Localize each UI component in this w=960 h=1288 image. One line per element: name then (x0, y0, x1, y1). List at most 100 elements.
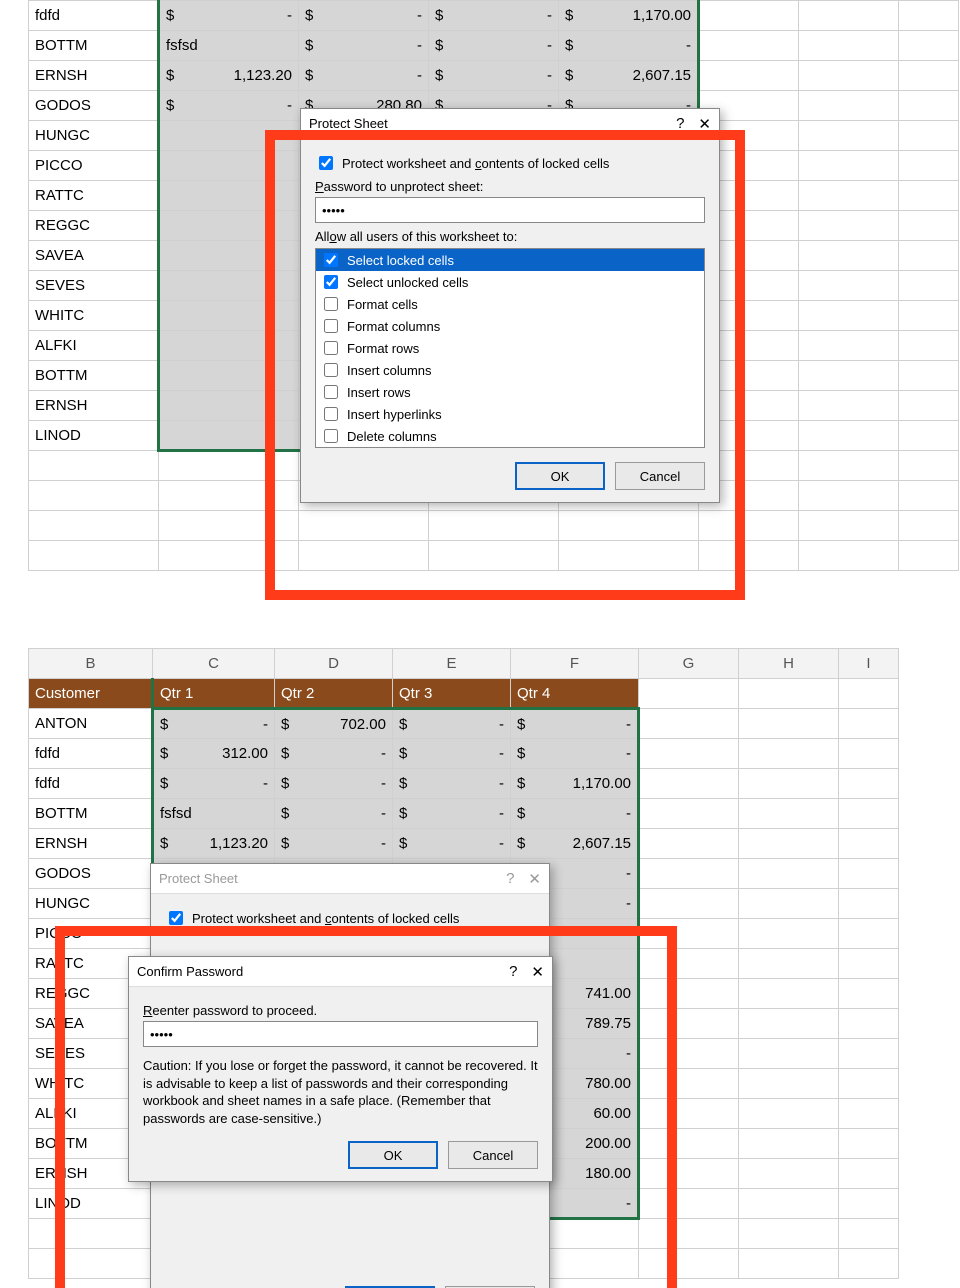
cell[interactable] (739, 1129, 839, 1159)
cell[interactable] (159, 151, 299, 181)
cell[interactable] (739, 1039, 839, 1069)
cell[interactable]: $- (393, 769, 511, 799)
cell[interactable] (639, 1039, 739, 1069)
cell[interactable] (159, 541, 299, 571)
cell[interactable] (639, 1069, 739, 1099)
permission-item[interactable]: Format columns (316, 315, 704, 337)
cell[interactable]: LINOD (29, 421, 159, 451)
cell[interactable] (839, 1159, 899, 1189)
cell[interactable]: $- (393, 799, 511, 829)
protect-checkbox-row[interactable]: Protect worksheet and contents of locked… (315, 153, 705, 173)
help-icon[interactable]: ? (676, 115, 684, 133)
password-input[interactable] (315, 197, 705, 223)
cell[interactable]: $- (159, 1, 299, 31)
cell[interactable]: $- (559, 31, 699, 61)
cell[interactable] (899, 361, 959, 391)
cell[interactable] (639, 799, 739, 829)
cell[interactable] (799, 271, 899, 301)
cell[interactable]: ANTON (29, 709, 153, 739)
cell[interactable] (639, 829, 739, 859)
cell[interactable] (739, 1219, 839, 1249)
cell[interactable]: WHITC (29, 301, 159, 331)
cell[interactable] (639, 1129, 739, 1159)
permission-checkbox[interactable] (324, 319, 338, 333)
cell[interactable] (799, 301, 899, 331)
cell[interactable] (559, 541, 699, 571)
confirm-password-input[interactable] (143, 1021, 538, 1047)
cell[interactable] (159, 181, 299, 211)
cell[interactable] (699, 511, 799, 541)
cell[interactable]: $- (153, 769, 275, 799)
cell[interactable] (29, 511, 159, 541)
cell[interactable] (839, 1039, 899, 1069)
cell[interactable]: $- (275, 769, 393, 799)
cell[interactable] (839, 829, 899, 859)
permission-item[interactable]: Format cells (316, 293, 704, 315)
permission-checkbox[interactable] (324, 275, 338, 289)
cell[interactable] (799, 91, 899, 121)
cell[interactable]: $312.00 (153, 739, 275, 769)
ok-button[interactable]: OK (348, 1141, 438, 1169)
cell[interactable] (839, 1069, 899, 1099)
cell[interactable] (799, 211, 899, 241)
cell[interactable] (639, 1249, 739, 1279)
cell[interactable] (739, 769, 839, 799)
cell[interactable]: $- (429, 1, 559, 31)
cell[interactable] (799, 151, 899, 181)
cell[interactable] (839, 799, 899, 829)
cell[interactable] (159, 331, 299, 361)
cell[interactable]: PICCO (29, 151, 159, 181)
cell[interactable]: RATTC (29, 181, 159, 211)
cell[interactable] (839, 889, 899, 919)
cancel-button[interactable]: Cancel (615, 462, 705, 490)
cell[interactable]: fdfd (29, 1, 159, 31)
cell[interactable] (739, 1249, 839, 1279)
cell[interactable]: $- (393, 739, 511, 769)
cell[interactable] (839, 1099, 899, 1129)
permission-checkbox[interactable] (324, 407, 338, 421)
permission-checkbox[interactable] (324, 385, 338, 399)
cell[interactable] (159, 511, 299, 541)
cell[interactable] (699, 61, 799, 91)
cell[interactable] (159, 481, 299, 511)
permission-item[interactable]: Delete columns (316, 425, 704, 447)
header-cell[interactable]: Customer (29, 679, 153, 709)
header-cell[interactable]: Qtr 2 (275, 679, 393, 709)
cell[interactable] (799, 541, 899, 571)
cell[interactable] (739, 1099, 839, 1129)
cell[interactable] (899, 421, 959, 451)
column-header[interactable]: C (153, 649, 275, 679)
cell[interactable]: REGGC (29, 211, 159, 241)
cell[interactable] (639, 1099, 739, 1129)
column-header[interactable]: F (511, 649, 639, 679)
cell[interactable] (799, 451, 899, 481)
cell[interactable] (159, 271, 299, 301)
cell[interactable] (799, 511, 899, 541)
cell[interactable] (699, 541, 799, 571)
cell[interactable]: $- (393, 709, 511, 739)
cell[interactable]: HUNGC (29, 121, 159, 151)
cell[interactable] (799, 241, 899, 271)
cell[interactable] (899, 211, 959, 241)
cell[interactable] (799, 121, 899, 151)
permission-item[interactable]: Select locked cells (316, 249, 704, 271)
column-header[interactable]: B (29, 649, 153, 679)
cell[interactable] (639, 1189, 739, 1219)
cell[interactable] (839, 1219, 899, 1249)
cell[interactable]: $- (429, 31, 559, 61)
cell[interactable] (839, 1189, 899, 1219)
cell[interactable] (159, 121, 299, 151)
close-icon[interactable]: ✕ (531, 963, 544, 981)
cell[interactable] (799, 31, 899, 61)
cell[interactable] (739, 859, 839, 889)
cell[interactable] (839, 949, 899, 979)
cell[interactable] (839, 1009, 899, 1039)
cell[interactable] (639, 1009, 739, 1039)
cell[interactable] (639, 919, 739, 949)
permission-item[interactable]: Insert columns (316, 359, 704, 381)
cell[interactable] (839, 859, 899, 889)
cell[interactable] (899, 331, 959, 361)
header-cell[interactable]: Qtr 1 (153, 679, 275, 709)
cell[interactable]: $702.00 (275, 709, 393, 739)
permission-checkbox[interactable] (324, 341, 338, 355)
